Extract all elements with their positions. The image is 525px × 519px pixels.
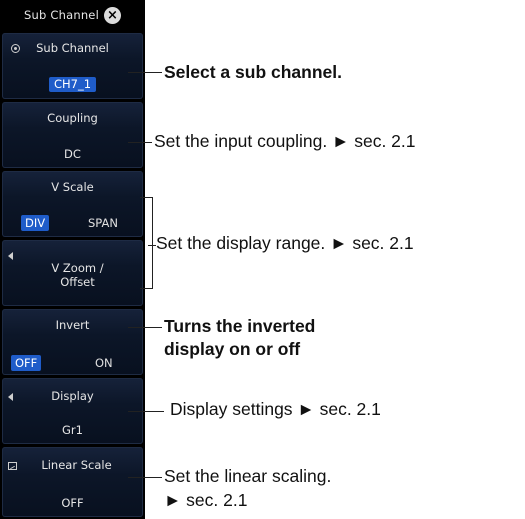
v-zoom-offset-softkey[interactable]: V Zoom / Offset bbox=[2, 240, 143, 306]
leader-line-display bbox=[128, 411, 164, 412]
annotation-invert-line1: Turns the inverted bbox=[164, 316, 316, 336]
leader-line-invert bbox=[128, 327, 162, 328]
annotation-display: Display settings ► sec. 2.1 bbox=[170, 399, 381, 419]
linear-scale-value: OFF bbox=[61, 496, 84, 510]
annotation-display-range: Set the display range. ► sec. 2.1 bbox=[156, 233, 414, 253]
v-zoom-offset-label: V Zoom / Offset bbox=[51, 261, 104, 289]
annotation-invert-line2: display on or off bbox=[164, 339, 301, 359]
v-scale-option-span: SPAN bbox=[88, 216, 118, 230]
leader-line-sub-channel bbox=[128, 72, 162, 73]
coupling-label: Coupling bbox=[47, 111, 98, 125]
linear-scale-label: Linear Scale bbox=[41, 458, 112, 472]
display-softkey[interactable]: Display Gr1 bbox=[2, 378, 143, 444]
annotation-linear-scale-line1: Set the linear scaling. bbox=[164, 466, 332, 486]
linear-scale-softkey[interactable]: Linear Scale OFF bbox=[2, 447, 143, 517]
invert-option-off: OFF bbox=[11, 355, 42, 371]
invert-option-on: ON bbox=[95, 356, 113, 370]
sub-channel-label: Sub Channel bbox=[36, 41, 109, 55]
menu-title: Sub Channel bbox=[24, 8, 99, 22]
sub-channel-menu-panel: Sub Channel × Sub Channel CH7_1 Coupling… bbox=[0, 0, 145, 519]
leader-line-linear-scale bbox=[128, 477, 162, 478]
coupling-value: DC bbox=[64, 147, 81, 161]
annotation-sub-channel: Select a sub channel. bbox=[164, 62, 342, 82]
leader-line-display-range bbox=[148, 245, 156, 246]
menu-header: Sub Channel × bbox=[0, 0, 145, 30]
v-scale-softkey[interactable]: V Scale DIV SPAN bbox=[2, 171, 143, 237]
display-value: Gr1 bbox=[62, 423, 83, 437]
sub-channel-value: CH7_1 bbox=[48, 77, 97, 92]
invert-softkey[interactable]: Invert OFF ON bbox=[2, 309, 143, 375]
coupling-softkey[interactable]: Coupling DC bbox=[2, 102, 143, 168]
left-arrow-icon bbox=[8, 252, 13, 260]
annotation-coupling: Set the input coupling. ► sec. 2.1 bbox=[154, 131, 416, 151]
annotation-linear-scale-line2: ► sec. 2.1 bbox=[164, 490, 248, 510]
leader-line-coupling bbox=[128, 142, 152, 143]
v-scale-option-div: DIV bbox=[21, 215, 50, 231]
invert-label: Invert bbox=[55, 318, 90, 332]
v-scale-label: V Scale bbox=[51, 180, 94, 194]
display-label: Display bbox=[51, 389, 94, 403]
close-icon[interactable]: × bbox=[103, 6, 121, 24]
sub-channel-softkey[interactable]: Sub Channel CH7_1 bbox=[2, 33, 143, 99]
bracket-display-range bbox=[140, 197, 153, 289]
